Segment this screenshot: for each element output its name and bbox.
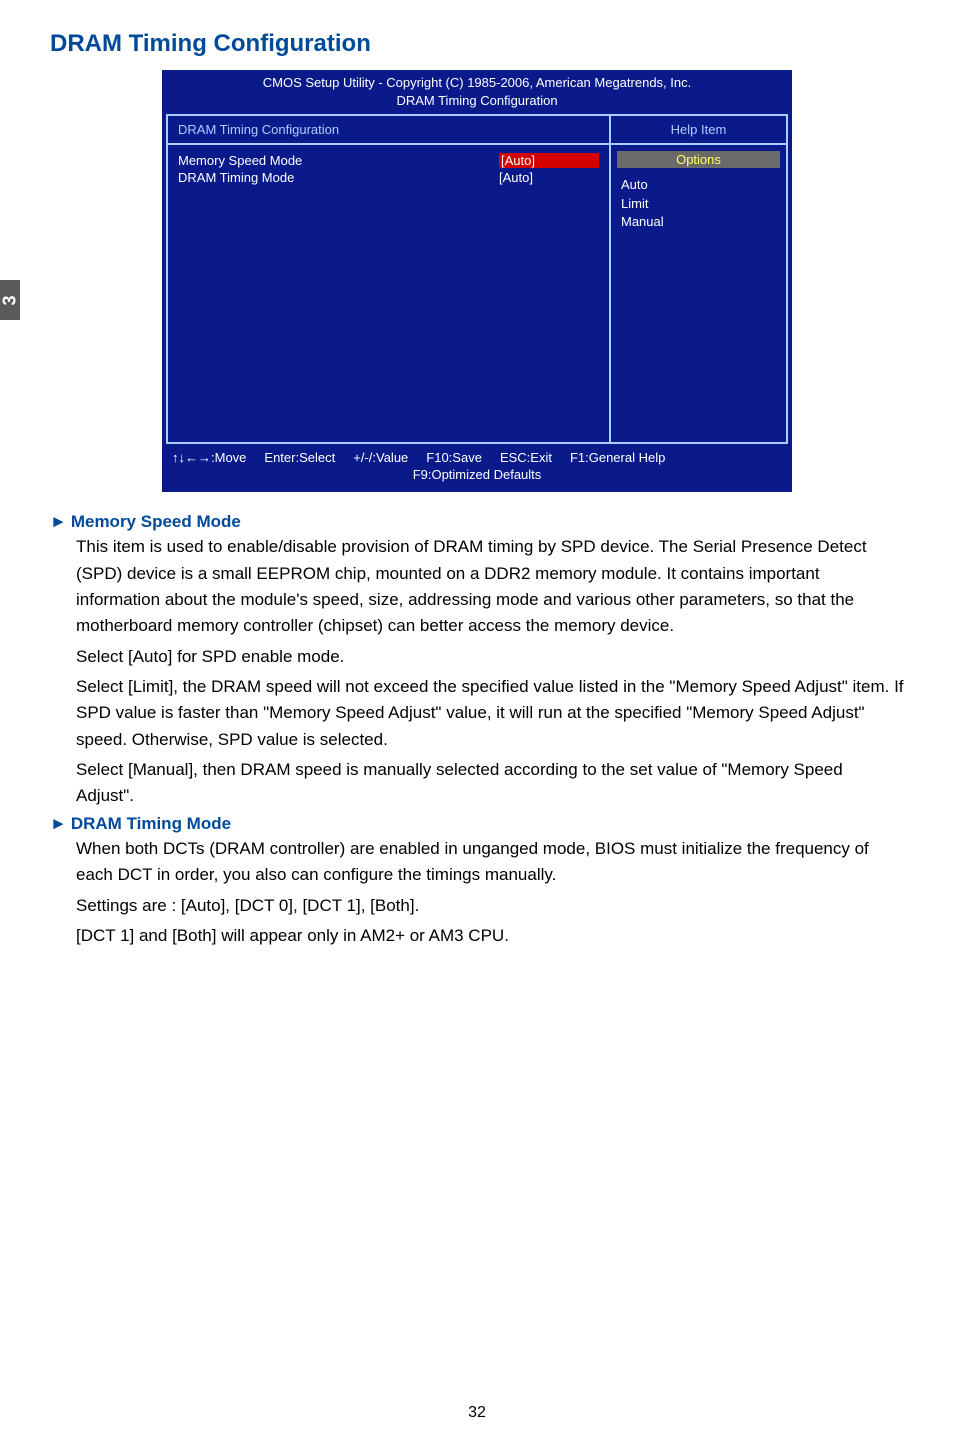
bios-left-panel: DRAM Timing Configuration Memory Speed M…	[168, 116, 611, 442]
bios-hint-save: F10:Save	[426, 450, 482, 465]
page-content: DRAM Timing Configuration CMOS Setup Uti…	[0, 0, 954, 949]
item-heading-text: Memory Speed Mode	[71, 512, 241, 531]
bios-help-title: Help Item	[611, 116, 786, 145]
bios-hint-exit: ESC:Exit	[500, 450, 552, 465]
page-title: DRAM Timing Configuration	[50, 30, 904, 58]
description-text: Select [Manual], then DRAM speed is manu…	[50, 757, 904, 810]
bios-copyright: CMOS Setup Utility - Copyright (C) 1985-…	[162, 74, 792, 92]
chapter-tab: 3	[0, 280, 20, 320]
bios-item-value: [Auto]	[499, 170, 599, 185]
bios-screen-title: DRAM Timing Configuration	[162, 92, 792, 110]
bios-help-panel: Help Item Options Auto Limit Manual	[611, 116, 786, 442]
bios-options-header: Options	[617, 151, 780, 168]
bios-options-list: Auto Limit Manual	[611, 172, 786, 235]
bios-header: CMOS Setup Utility - Copyright (C) 1985-…	[162, 70, 792, 114]
bios-item-row: DRAM Timing Mode [Auto]	[178, 170, 599, 185]
bios-hint-help: F1:General Help	[570, 450, 665, 465]
chapter-number: 3	[0, 295, 20, 305]
bios-hint-enter: Enter:Select	[264, 450, 335, 465]
bios-section-title: DRAM Timing Configuration	[168, 116, 609, 145]
bios-option: Auto	[621, 176, 776, 194]
item-heading: ►DRAM Timing Mode	[50, 814, 904, 834]
bios-hint-value: +/-/:Value	[353, 450, 408, 465]
bios-items: Memory Speed Mode [Auto] DRAM Timing Mod…	[168, 145, 609, 442]
bios-item-value: [Auto]	[499, 153, 599, 168]
bios-option: Manual	[621, 213, 776, 231]
description-text: When both DCTs (DRAM controller) are ena…	[50, 836, 904, 889]
bios-item-row: Memory Speed Mode [Auto]	[178, 153, 599, 168]
description-text: Settings are : [Auto], [DCT 0], [DCT 1],…	[50, 893, 904, 919]
description-text: This item is used to enable/disable prov…	[50, 534, 904, 639]
description-text: Select [Limit], the DRAM speed will not …	[50, 674, 904, 753]
item-heading: ►Memory Speed Mode	[50, 512, 904, 532]
bios-screenshot: CMOS Setup Utility - Copyright (C) 1985-…	[162, 70, 792, 492]
arrow-icon: ►	[50, 512, 67, 531]
arrow-icon: ►	[50, 814, 67, 833]
bios-hint-move: ↑↓←→:Move	[172, 450, 246, 465]
bios-item-label: Memory Speed Mode	[178, 153, 499, 168]
bios-hint-defaults: F9:Optimized Defaults	[172, 467, 782, 482]
description-text: Select [Auto] for SPD enable mode.	[50, 644, 904, 670]
description-text: [DCT 1] and [Both] will appear only in A…	[50, 923, 904, 949]
description-section: ►Memory Speed Mode This item is used to …	[50, 512, 904, 949]
bios-footer: ↑↓←→:Move Enter:Select +/-/:Value F10:Sa…	[162, 444, 792, 492]
bios-option: Limit	[621, 195, 776, 213]
bios-item-label: DRAM Timing Mode	[178, 170, 499, 185]
page-number: 32	[0, 1404, 954, 1422]
item-heading-text: DRAM Timing Mode	[71, 814, 231, 833]
bios-body: DRAM Timing Configuration Memory Speed M…	[166, 114, 788, 444]
